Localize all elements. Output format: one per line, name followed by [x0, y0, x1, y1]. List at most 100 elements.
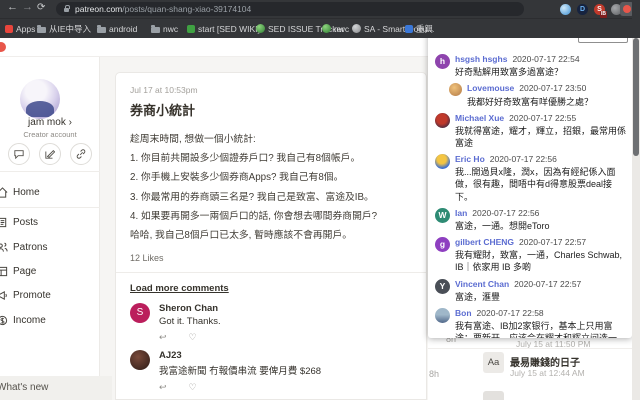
bookmark-label: nwc: [334, 24, 349, 34]
sidebar-item-patrons[interactable]: Patrons: [0, 241, 100, 257]
bookmark-label: 从IE中导入: [49, 24, 91, 34]
comment-author[interactable]: Ian: [455, 208, 467, 218]
extension-icon-blue[interactable]: [560, 4, 571, 15]
bookmark-apps[interactable]: Apps: [5, 23, 35, 35]
comment-time: 2020-07-17 22:56: [472, 208, 539, 218]
bookmarks-bar: Apps 从IE中导入 android nwc start [SED WIKI]…: [0, 18, 640, 38]
avatar[interactable]: h: [435, 54, 450, 69]
forward-icon[interactable]: →: [22, 1, 33, 13]
feed-item-thumbnail[interactable]: Aa: [483, 352, 504, 373]
bookmark-folder-ie-import[interactable]: 从IE中导入: [37, 23, 91, 35]
sidebar-item-promote[interactable]: Promote: [0, 289, 100, 305]
post-body-line: 1. 你目前共開設多少個證券戶口? 我自己有8個帳戶。: [130, 153, 412, 165]
bookmark-label: start [SED WIKI]: [198, 24, 260, 34]
folder-icon: [151, 27, 160, 33]
sidebar-item-home[interactable]: Home: [0, 186, 100, 202]
comment-author[interactable]: Sheron Chan: [159, 303, 221, 314]
page-scrollbar[interactable]: [632, 0, 640, 400]
creator-sidebar: jam mok › Creator account Home Posts Pat…: [0, 57, 100, 376]
comment-author[interactable]: AJ23: [159, 350, 321, 361]
comment-text: 我富途新聞 冇報價串流 要俾月費 $268: [159, 363, 321, 377]
feed-item-date: July 15 at 12:44 AM: [510, 368, 585, 378]
comments-popup: 按最早 h hsgsh hsghs2020-07-17 22:54 好奇點解用致…: [428, 18, 632, 338]
popup-comment-reply: Lovemouse2020-07-17 23:50 我都好好奇致富有咩優勝之處？: [449, 83, 629, 107]
sidebar-item-income[interactable]: Income: [0, 314, 100, 330]
chat-button[interactable]: [8, 143, 30, 165]
comment-row: AJ23 我富途新聞 冇報價串流 要俾月費 $268 ↩ ♡: [130, 350, 412, 395]
feed-item-title[interactable]: 最易賺錢的日子: [510, 354, 580, 369]
post-body-line: 2. 你手機上安裝多少個券商Apps? 我自己有8個。: [130, 172, 412, 184]
bookmark-label: 重興: [416, 24, 433, 34]
feed-item-thumbnail[interactable]: [483, 391, 504, 400]
comment-time: 2020-07-17 22:58: [477, 308, 544, 318]
comment-author[interactable]: hsgsh hsghs: [455, 54, 507, 64]
post-card: Jul 17 at 10:53pm 券商小統計 趁周末時間, 想做一個小統計: …: [115, 72, 427, 400]
reply-icon[interactable]: ↩: [159, 332, 167, 342]
avatar[interactable]: g: [435, 237, 450, 252]
sidebar-item-label: Posts: [13, 217, 38, 228]
comment-text: 我有耀財，致富，一通，Charles Schwab, IB｜依家用 IB 多啲: [455, 249, 629, 273]
comment-author[interactable]: gilbert CHENG: [455, 237, 514, 247]
reload-icon[interactable]: ⟳: [37, 2, 45, 13]
popup-comment: g gilbert CHENG2020-07-17 22:57 我有耀財，致富，…: [435, 237, 629, 273]
reply-icon[interactable]: ↩: [159, 382, 167, 392]
extension-icon-d[interactable]: D: [577, 4, 588, 15]
scrollbar-thumb[interactable]: [633, 38, 639, 156]
avatar[interactable]: [435, 154, 450, 169]
creator-name[interactable]: jam mok ›: [0, 117, 100, 128]
avatar[interactable]: [435, 308, 450, 323]
bookmark-start-sed-wiki[interactable]: start [SED WIKI]: [187, 23, 260, 35]
comment-author[interactable]: Lovemouse: [467, 83, 514, 93]
comment-author[interactable]: Michael Xue: [455, 113, 504, 123]
sidebar-item-label: Promote: [13, 290, 51, 301]
link-icon: [76, 149, 86, 159]
ext-s-badge: IB: [600, 11, 607, 18]
comment-text: 好奇點解用致富多過富途？: [455, 66, 580, 78]
share-link-button[interactable]: [70, 143, 92, 165]
screen: ← → ⟳ patreon.com/posts/quan-shang-xiao-…: [0, 0, 640, 400]
avatar[interactable]: [435, 113, 450, 128]
comment-time: 2020-07-17 22:57: [514, 279, 581, 289]
sidebar-item-label: Patrons: [13, 242, 47, 253]
heart-icon[interactable]: ♡: [189, 332, 197, 342]
bookmark-folder-android[interactable]: android: [97, 23, 137, 35]
bookmark-nwc[interactable]: nwc: [322, 23, 349, 35]
comment-time: 2020-07-17 23:50: [519, 83, 586, 93]
lock-icon: [64, 8, 69, 12]
bookmark-zhongxing[interactable]: 重興: [405, 23, 433, 35]
avatar[interactable]: S: [130, 303, 150, 323]
creator-avatar[interactable]: [20, 79, 60, 119]
whats-new-label: What's new: [0, 382, 48, 393]
extension-icon-s[interactable]: SIB: [594, 4, 605, 15]
sidebar-item-page[interactable]: Page: [0, 265, 100, 281]
comment-author[interactable]: Eric Ho: [455, 154, 485, 164]
sidebar-item-posts[interactable]: Posts: [0, 216, 100, 232]
avatar[interactable]: W: [435, 208, 450, 223]
whats-new-link[interactable]: What's new: [0, 376, 112, 400]
load-more-comments-link[interactable]: Load more comments: [130, 283, 229, 294]
avatar[interactable]: [130, 350, 150, 370]
site-icon: [405, 25, 413, 33]
bookmark-label: nwc: [163, 24, 178, 34]
back-icon[interactable]: ←: [7, 1, 18, 13]
avatar[interactable]: [449, 83, 462, 96]
heart-icon[interactable]: ♡: [189, 382, 197, 392]
comment-text: 我...開過貝x隆，潤x，因為有經紀係入面做，很有趣，間唔中有d得意股票deal…: [455, 166, 629, 202]
bookmark-folder-nwc[interactable]: nwc: [151, 23, 178, 35]
compose-button[interactable]: [39, 143, 61, 165]
post-title: 券商小統計: [130, 100, 412, 119]
popup-comment: h hsgsh hsghs2020-07-17 22:54 好奇點解用致富多過富…: [435, 54, 629, 78]
comment-author[interactable]: Bon: [455, 308, 472, 318]
post-body-line: 哈哈, 我自己8個戶口已太多, 暫時應該不會再開戶。: [130, 230, 412, 242]
url-path: /posts/quan-shang-xiao-39174104: [122, 4, 251, 14]
avatar[interactable]: Y: [435, 279, 450, 294]
chevron-right-icon: ›: [69, 117, 72, 128]
income-icon: [0, 315, 8, 329]
address-bar[interactable]: patreon.com/posts/quan-shang-xiao-391741…: [56, 2, 524, 16]
comment-author[interactable]: Vincent Chan: [455, 279, 509, 289]
comment-text: 我就得富途，耀才，輝立，招銀，最常用係富途: [455, 125, 629, 149]
creator-subtitle: Creator account: [0, 130, 100, 139]
comment-time: 2020-07-17 22:56: [490, 154, 557, 164]
comment-actions: ↩♡: [159, 332, 219, 342]
comment-text: 富途，一通。想開eToro: [455, 220, 550, 232]
